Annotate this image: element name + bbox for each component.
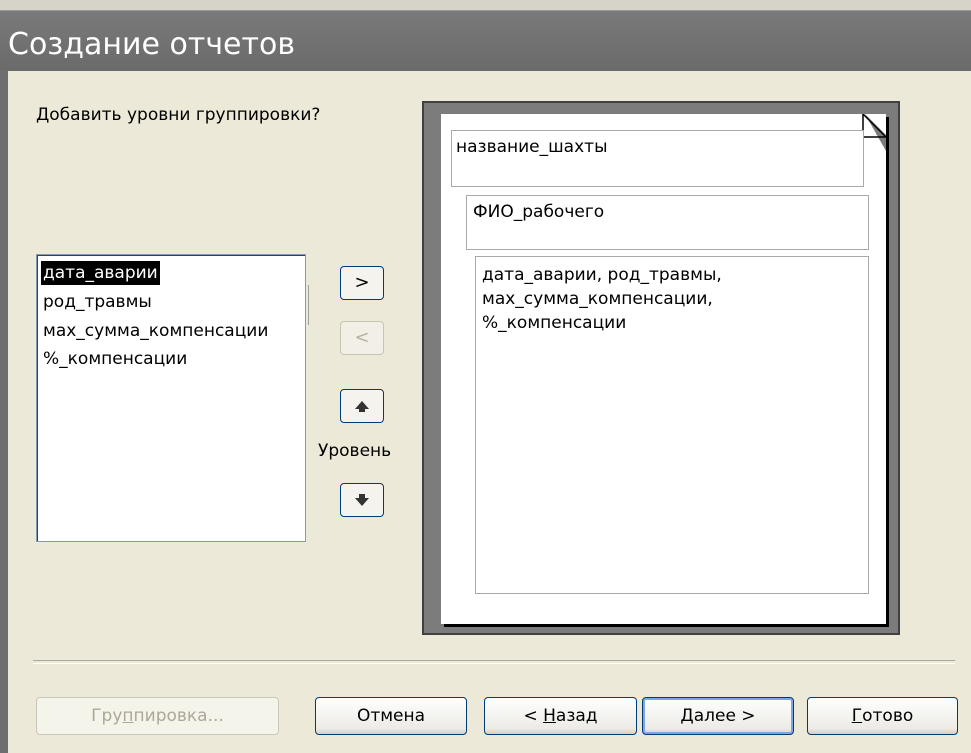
window-title: Создание отчетов bbox=[8, 27, 296, 62]
detail-line: мах_сумма_компенсации, bbox=[482, 289, 713, 309]
grouping-mnemonic: п bbox=[122, 706, 134, 726]
grouping-label-a: Гру bbox=[91, 706, 123, 726]
available-fields-list[interactable]: дата_аварии род_травмы мах_сумма_компенс… bbox=[36, 254, 309, 542]
back-label-a: < bbox=[523, 706, 544, 726]
list-item[interactable]: %_компенсации bbox=[41, 347, 189, 371]
next-mnemonic: Д bbox=[680, 706, 694, 726]
list-edge-mark bbox=[308, 285, 309, 325]
back-label-b: азад bbox=[555, 706, 598, 726]
arrow-up-icon-stem bbox=[359, 408, 365, 412]
add-level-label: > bbox=[354, 272, 370, 293]
remove-level-label: < bbox=[354, 327, 370, 348]
cancel-label: Отмена bbox=[356, 706, 426, 726]
priority-up-button[interactable] bbox=[340, 389, 384, 423]
priority-down-button[interactable] bbox=[340, 483, 384, 517]
remove-level-button[interactable]: < bbox=[340, 321, 384, 355]
cancel-button[interactable]: Отмена bbox=[315, 697, 467, 735]
list-item[interactable]: род_травмы bbox=[41, 290, 154, 314]
grouping-options-button[interactable]: Группировка... bbox=[36, 697, 279, 735]
finish-label-b: отово bbox=[862, 706, 914, 726]
grouping-prompt: Добавить уровни группировки? bbox=[36, 105, 321, 125]
separator bbox=[33, 660, 955, 664]
top-strip bbox=[0, 0, 971, 10]
group-level-1: название_шахты bbox=[451, 130, 864, 187]
detail-section: дата_аварии, род_травмы, мах_сумма_компе… bbox=[475, 256, 869, 594]
detail-line: дата_аварии, род_травмы, bbox=[482, 265, 722, 285]
grouping-label-b: пировка... bbox=[133, 706, 224, 726]
finish-mnemonic: Г bbox=[851, 706, 863, 726]
window-frame-left bbox=[0, 70, 8, 753]
title-bar: Создание отчетов bbox=[0, 10, 971, 71]
next-button[interactable]: Далее > bbox=[642, 697, 794, 735]
group-level-1-label: название_шахты bbox=[456, 137, 608, 157]
back-button[interactable]: < Назад bbox=[484, 697, 637, 735]
group-level-2: ФИО_рабочего bbox=[466, 195, 869, 250]
add-level-button[interactable]: > bbox=[340, 266, 384, 300]
group-level-2-label: ФИО_рабочего bbox=[473, 202, 605, 222]
level-label: Уровень bbox=[318, 441, 392, 461]
list-item[interactable]: дата_аварии bbox=[41, 261, 160, 285]
next-label-b: алее > bbox=[693, 706, 756, 726]
back-mnemonic: Н bbox=[543, 706, 556, 726]
list-item[interactable]: мах_сумма_компенсации bbox=[41, 319, 270, 343]
detail-line: %_компенсации bbox=[482, 313, 627, 333]
arrow-down-icon bbox=[355, 498, 369, 506]
finish-button[interactable]: Готово bbox=[807, 697, 958, 735]
